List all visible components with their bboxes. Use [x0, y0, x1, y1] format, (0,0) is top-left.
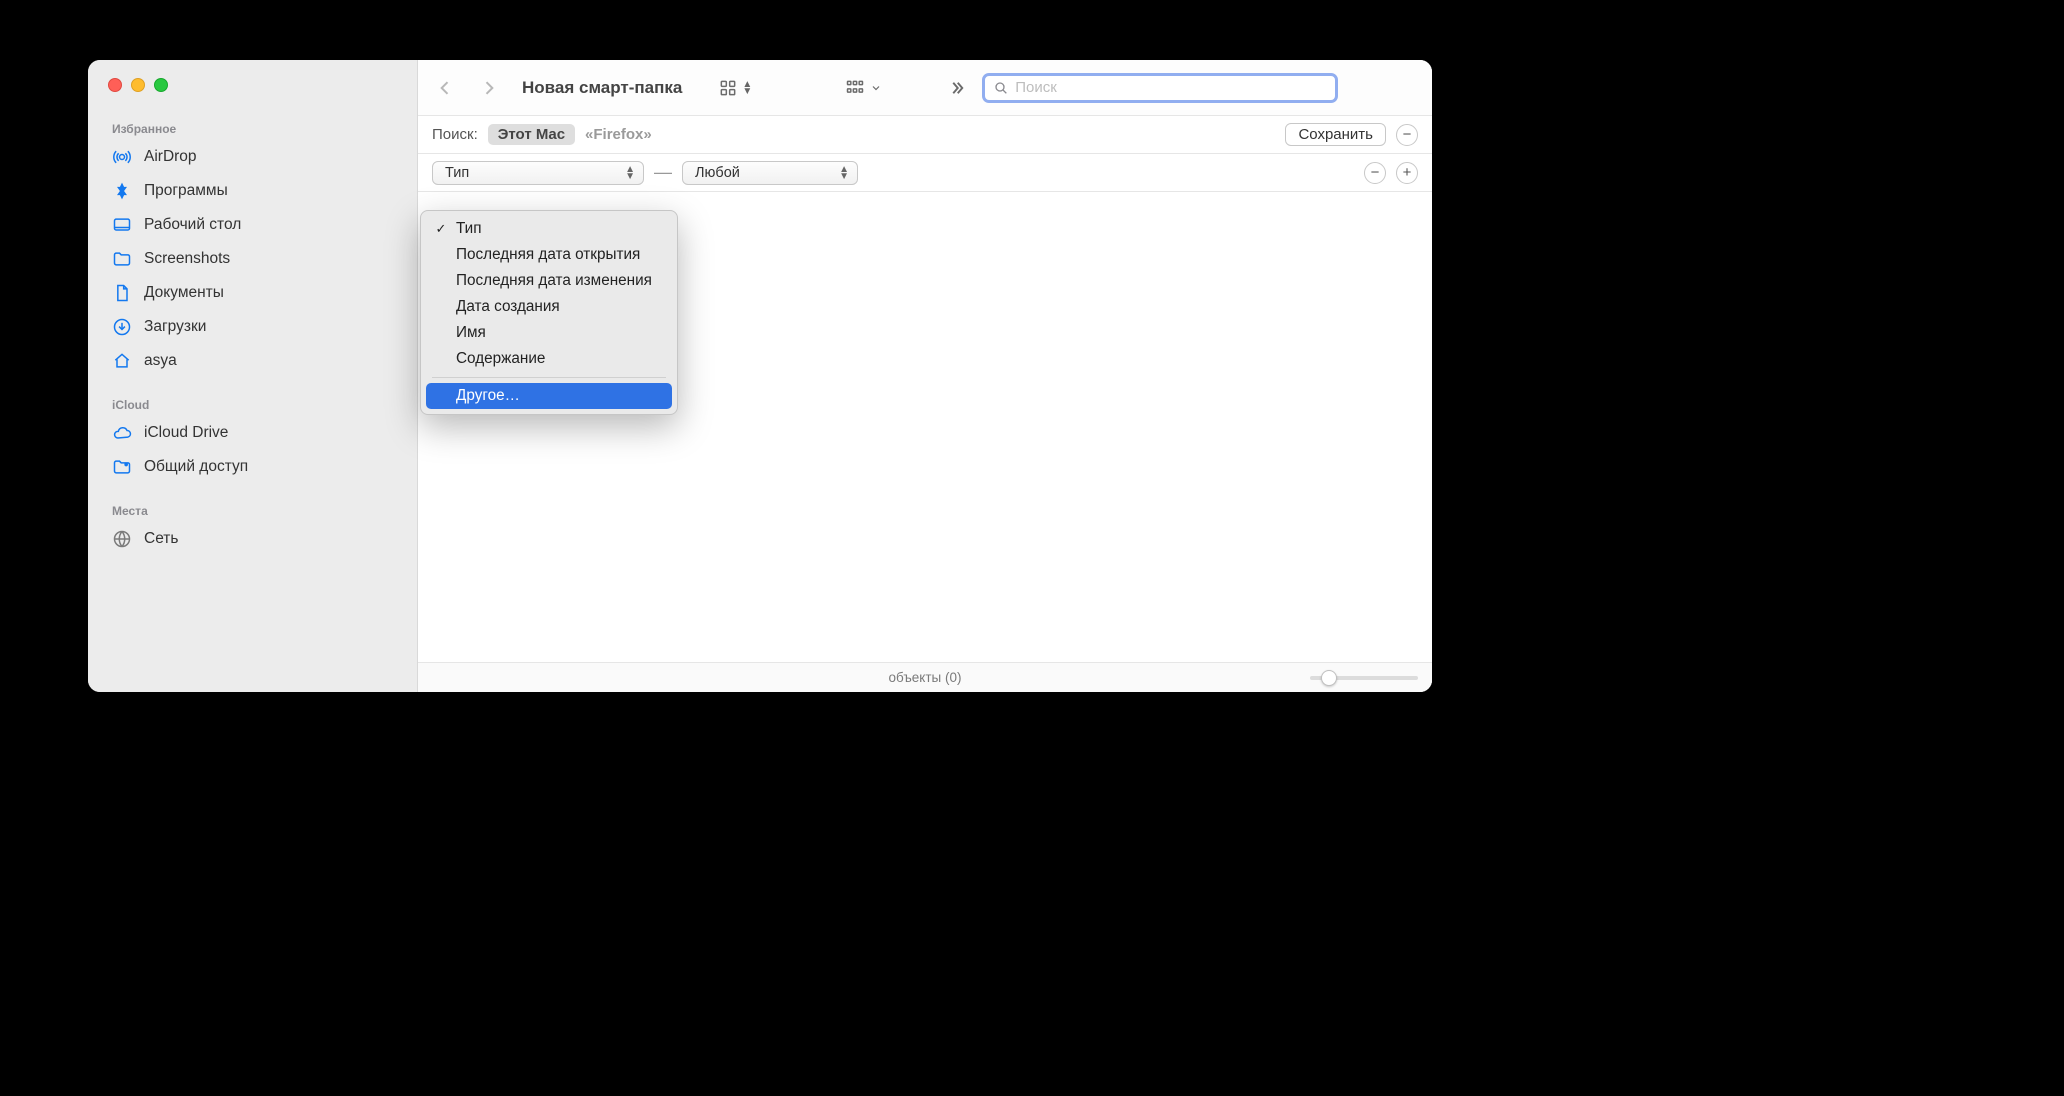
sidebar-item-applications[interactable]: Программы [88, 174, 417, 208]
sidebar-item-label: Загрузки [144, 318, 206, 336]
add-criteria-button[interactable]: + [1396, 162, 1418, 184]
sidebar-item-label: Документы [144, 284, 224, 302]
sidebar-item-label: AirDrop [144, 148, 197, 166]
status-text: объекты (0) [889, 670, 962, 685]
scope-this-mac[interactable]: Этот Mac [488, 124, 575, 145]
applications-icon [112, 181, 132, 201]
chevron-updown-icon: ▲▼ [742, 81, 752, 95]
sidebar-item-label: Screenshots [144, 250, 230, 268]
network-icon [112, 529, 132, 549]
criteria-value-select[interactable]: Любой ▲▼ [682, 161, 858, 185]
sidebar-item-label: Общий доступ [144, 458, 248, 476]
airdrop-icon [112, 147, 132, 167]
status-bar: объекты (0) [418, 662, 1432, 692]
overflow-button[interactable] [942, 74, 972, 102]
menu-item-label: Имя [456, 324, 486, 342]
criteria-row: Тип ▲▼ — Любой ▲▼ − + [418, 154, 1432, 192]
criteria-kind-value: Тип [445, 165, 469, 181]
menu-item-label: Последняя дата открытия [456, 246, 640, 264]
menu-item-contents[interactable]: Содержание [426, 346, 672, 372]
back-button[interactable] [428, 73, 462, 103]
menu-item-label: Содержание [456, 350, 545, 368]
home-icon [112, 351, 132, 371]
document-icon [112, 283, 132, 303]
menu-item-label: Другое… [456, 387, 520, 405]
shared-folder-icon [112, 457, 132, 477]
chevron-down-icon [870, 82, 882, 94]
sidebar-item-icloud-drive[interactable]: iCloud Drive [88, 416, 417, 450]
menu-item-last-opened[interactable]: Последняя дата открытия [426, 242, 672, 268]
menu-item-label: Дата создания [456, 298, 560, 316]
menu-item-label: Последняя дата изменения [456, 272, 652, 290]
sidebar-item-airdrop[interactable]: AirDrop [88, 140, 417, 174]
sidebar-item-documents[interactable]: Документы [88, 276, 417, 310]
sidebar: Избранное AirDrop Программы Рабочий стол… [88, 60, 418, 692]
search-input[interactable] [1015, 79, 1327, 96]
window-controls [88, 78, 417, 92]
sidebar-item-label: Сеть [144, 530, 178, 548]
remove-criteria-button[interactable]: − [1364, 162, 1386, 184]
sidebar-item-screenshots[interactable]: Screenshots [88, 242, 417, 276]
menu-item-type[interactable]: ✓ Тип [426, 216, 672, 242]
checkmark-icon: ✓ [434, 221, 448, 237]
menu-item-created[interactable]: Дата создания [426, 294, 672, 320]
sidebar-item-desktop[interactable]: Рабочий стол [88, 208, 417, 242]
fullscreen-button[interactable] [154, 78, 168, 92]
menu-item-last-modified[interactable]: Последняя дата изменения [426, 268, 672, 294]
sidebar-section-icloud: iCloud [88, 392, 417, 416]
criteria-kind-select[interactable]: Тип ▲▼ [432, 161, 644, 185]
toolbar: Новая смарт-папка ▲▼ [418, 60, 1432, 116]
forward-button[interactable] [472, 73, 506, 103]
menu-item-name[interactable]: Имя [426, 320, 672, 346]
close-button[interactable] [108, 78, 122, 92]
search-field[interactable] [982, 73, 1338, 103]
scope-bar: Поиск: Этот Mac «Firefox» Сохранить − [418, 116, 1432, 154]
chevron-updown-icon: ▲▼ [839, 166, 849, 180]
sidebar-item-home[interactable]: asya [88, 344, 417, 378]
scope-firefox[interactable]: «Firefox» [585, 126, 652, 143]
sidebar-item-label: iCloud Drive [144, 424, 228, 442]
sidebar-item-shared[interactable]: Общий доступ [88, 450, 417, 484]
criteria-value: Любой [695, 165, 740, 181]
chevron-updown-icon: ▲▼ [625, 166, 635, 180]
icon-size-slider[interactable] [1310, 670, 1418, 686]
downloads-icon [112, 317, 132, 337]
sidebar-section-places: Места [88, 498, 417, 522]
sidebar-item-downloads[interactable]: Загрузки [88, 310, 417, 344]
criteria-kind-menu: ✓ Тип Последняя дата открытия Последняя … [420, 210, 678, 415]
criteria-separator: — [654, 162, 672, 183]
view-icons-button[interactable]: ▲▼ [712, 74, 758, 102]
sidebar-item-label: Программы [144, 182, 228, 200]
menu-item-label: Тип [456, 220, 482, 238]
save-button[interactable]: Сохранить [1285, 123, 1386, 146]
cloud-icon [112, 423, 132, 443]
menu-divider [432, 377, 666, 378]
remove-scope-button[interactable]: − [1396, 124, 1418, 146]
sidebar-item-label: asya [144, 352, 177, 370]
sidebar-section-favorites: Избранное [88, 116, 417, 140]
group-button[interactable] [838, 74, 888, 102]
scope-label: Поиск: [432, 126, 478, 143]
menu-item-other[interactable]: Другое… [426, 383, 672, 409]
sidebar-item-network[interactable]: Сеть [88, 522, 417, 556]
sidebar-item-label: Рабочий стол [144, 216, 241, 234]
finder-window: Избранное AirDrop Программы Рабочий стол… [88, 60, 1432, 692]
window-title: Новая смарт-папка [522, 78, 682, 98]
folder-icon [112, 249, 132, 269]
desktop-icon [112, 215, 132, 235]
minimize-button[interactable] [131, 78, 145, 92]
search-icon [993, 80, 1009, 96]
